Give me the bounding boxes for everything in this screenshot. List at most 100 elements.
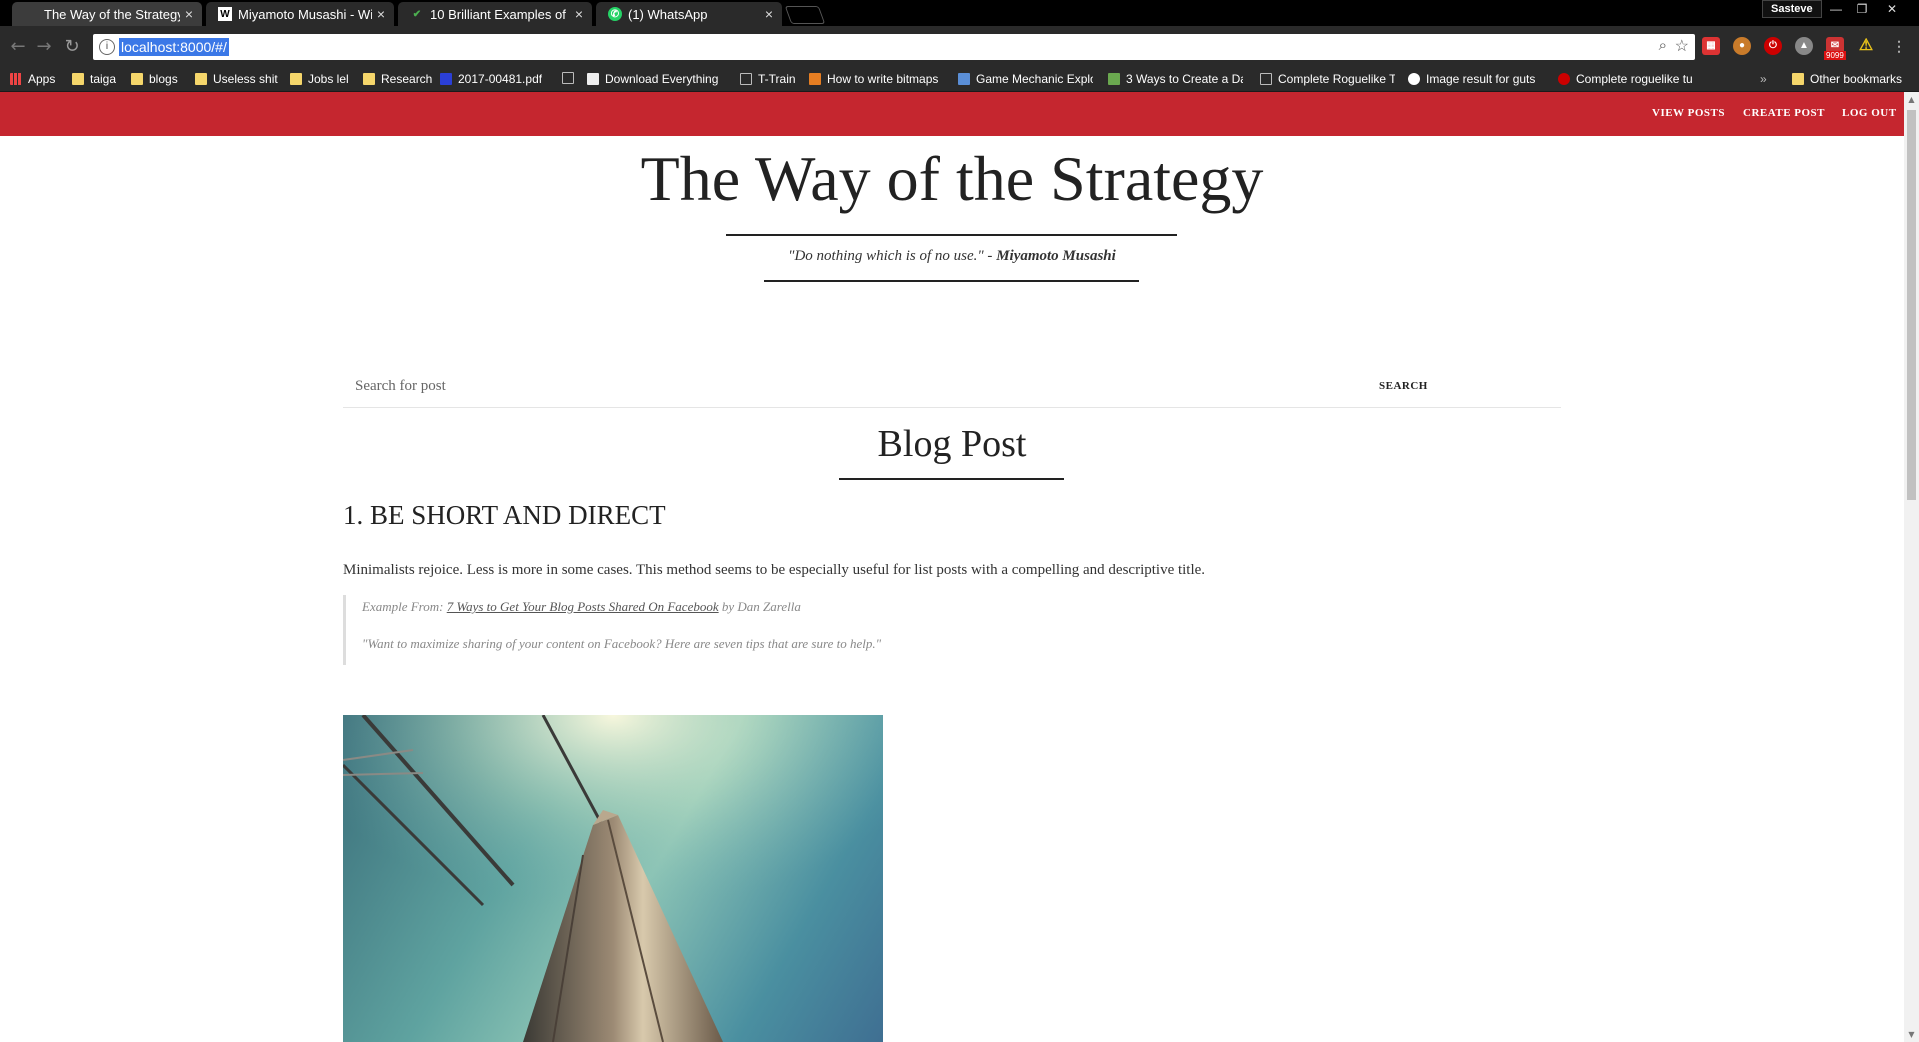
quote-author: Miyamoto Musashi xyxy=(996,248,1116,264)
nav-log-out[interactable]: LOG OUT xyxy=(1842,107,1897,119)
bookmarks-bar: Apps taiga blogs Useless shit Jobs lel R… xyxy=(0,68,1919,92)
tab-brilliant-examples[interactable]: ✔ 10 Brilliant Examples of I × xyxy=(398,2,592,26)
bookmark-label: 3 Ways to Create a Da xyxy=(1126,72,1243,86)
new-tab-button[interactable] xyxy=(784,6,826,24)
tab-miyamoto-musashi[interactable]: W Miyamoto Musashi - Wik × xyxy=(206,2,394,26)
extension-drive-icon[interactable]: ▲ xyxy=(1795,37,1813,55)
tab-title: 10 Brilliant Examples of I xyxy=(430,6,570,22)
url-text[interactable]: localhost:8000/#/ xyxy=(119,38,229,56)
tab-title: Miyamoto Musashi - Wik xyxy=(238,6,372,22)
bookmark-useless-shit[interactable]: Useless shit xyxy=(195,72,278,86)
gamepad-icon xyxy=(958,73,970,85)
close-window-icon[interactable]: ✕ xyxy=(1878,0,1906,18)
bookmark-download-everything[interactable]: Download Everything xyxy=(587,72,722,86)
forward-icon[interactable]: → xyxy=(32,35,56,59)
sheet-icon xyxy=(1108,73,1120,85)
bookmark-other-bookmarks[interactable]: Other bookmarks xyxy=(1792,72,1902,86)
page-icon xyxy=(1260,73,1272,85)
bookmark-label: Complete roguelike tu xyxy=(1576,72,1693,86)
page-icon xyxy=(24,7,38,21)
extension-cookie-icon[interactable]: ● xyxy=(1733,37,1751,55)
folder-icon xyxy=(131,73,143,85)
site-title: The Way of the Strategy xyxy=(640,143,1264,214)
apps-grid-icon xyxy=(10,73,22,85)
bookmark-untitled[interactable] xyxy=(562,72,580,84)
bookmark-star-icon[interactable]: ☆ xyxy=(1675,36,1689,56)
mail-count-badge: 9099 xyxy=(1824,51,1846,60)
bookmark-taiga[interactable]: taiga xyxy=(72,72,116,86)
bookmark-complete-roguelike[interactable]: Complete Roguelike T xyxy=(1260,72,1395,86)
bookmark-label: Research xyxy=(381,72,433,86)
bookmark-bitmaps[interactable]: How to write bitmaps xyxy=(809,72,944,86)
scroll-up-icon[interactable]: ▲ xyxy=(1904,92,1919,107)
bookmark-label: taiga xyxy=(90,72,117,86)
bookmark-pdf[interactable]: 2017-00481.pdf xyxy=(440,72,542,86)
bookmark-label: 2017-00481.pdf xyxy=(458,72,543,86)
browser-toolbar: ← → ↻ i localhost:8000/#/ ⌕ ☆ ▦ ● ⏻ ▲ ✉ … xyxy=(0,26,1919,68)
site-quote: "Do nothing which is of no use." - Miyam… xyxy=(0,248,1904,265)
menu-icon[interactable]: ⋮ xyxy=(1890,37,1908,55)
example-source: Example From: 7 Ways to Get Your Blog Po… xyxy=(362,599,1343,615)
stack-icon xyxy=(809,73,821,85)
extension-warning-icon[interactable]: ⚠ xyxy=(1857,37,1875,55)
zoom-icon[interactable]: ⌕ xyxy=(1659,37,1667,54)
close-icon[interactable]: × xyxy=(180,6,198,22)
reload-icon[interactable]: ↻ xyxy=(60,35,84,59)
minimize-icon[interactable]: — xyxy=(1822,0,1850,18)
bookmark-label: Jobs lel xyxy=(308,72,349,86)
bookmark-3-ways[interactable]: 3 Ways to Create a Da xyxy=(1108,72,1243,86)
google-icon xyxy=(1408,73,1420,85)
bookmark-roguelike-tutorial[interactable]: Complete roguelike tu xyxy=(1558,72,1693,86)
bookmark-label: Useless shit xyxy=(213,72,278,86)
nav-view-posts[interactable]: VIEW POSTS xyxy=(1652,107,1725,119)
spo-icon xyxy=(440,73,452,85)
tab-whatsapp[interactable]: ✆ (1) WhatsApp × xyxy=(596,2,782,26)
bookmark-label: T-Train xyxy=(758,72,796,86)
search-bar: SEARCH xyxy=(343,370,1561,408)
nav-create-post[interactable]: CREATE POST xyxy=(1743,107,1825,119)
example-prefix: Example From: xyxy=(362,599,447,614)
post-heading: Blog Post xyxy=(877,423,1027,465)
info-icon[interactable]: i xyxy=(99,39,115,55)
section-title: 1. BE SHORT AND DIRECT xyxy=(343,500,666,530)
restore-icon[interactable]: ❐ xyxy=(1848,0,1876,18)
close-icon[interactable]: × xyxy=(570,6,588,22)
bookmark-label: Game Mechanic Explo xyxy=(976,72,1093,86)
bridge-tower-illustration xyxy=(343,715,883,1042)
bookmarks-overflow-button[interactable]: » xyxy=(1760,72,1767,86)
folder-icon xyxy=(290,73,302,85)
bookmark-apps[interactable]: Apps xyxy=(10,72,55,86)
page-viewport: VIEW POSTS CREATE POST LOG OUT The Way o… xyxy=(0,92,1919,1042)
example-quote: "Want to maximize sharing of your conten… xyxy=(362,636,882,651)
back-icon[interactable]: ← xyxy=(6,35,30,59)
search-button[interactable]: SEARCH xyxy=(1379,370,1428,402)
scrollbar-thumb[interactable] xyxy=(1907,110,1916,500)
tab-the-way-of-the-strategy[interactable]: The Way of the Strategy × xyxy=(12,2,202,26)
font-a-icon xyxy=(587,73,599,85)
address-bar[interactable]: i localhost:8000/#/ ⌕ ☆ xyxy=(93,34,1695,60)
scroll-down-icon[interactable]: ▼ xyxy=(1904,1027,1919,1042)
browser-tabstrip: The Way of the Strategy × W Miyamoto Mus… xyxy=(0,0,1919,26)
bookmark-research[interactable]: Research xyxy=(363,72,432,86)
example-link[interactable]: 7 Ways to Get Your Blog Posts Shared On … xyxy=(447,599,719,614)
extension-adblock-icon[interactable]: ⏻ xyxy=(1764,37,1782,55)
close-icon[interactable]: × xyxy=(760,6,778,22)
bookmark-game-mechanic[interactable]: Game Mechanic Explo xyxy=(958,72,1093,86)
folder-icon xyxy=(1792,73,1804,85)
page-scrollbar[interactable]: ▲ ▼ xyxy=(1904,92,1919,1042)
search-input[interactable] xyxy=(355,370,1255,402)
profile-button[interactable]: Sasteve xyxy=(1762,0,1822,18)
folder-icon xyxy=(72,73,84,85)
bookmark-blogs[interactable]: blogs xyxy=(131,72,178,86)
extension-calendar-icon[interactable]: ▦ xyxy=(1702,37,1720,55)
title-divider xyxy=(726,234,1177,236)
leaf-icon: ✔ xyxy=(412,8,422,20)
bookmark-t-train[interactable]: T-Train xyxy=(740,72,796,86)
tab-title: (1) WhatsApp xyxy=(628,6,708,22)
bookmark-jobs-lel[interactable]: Jobs lel xyxy=(290,72,349,86)
bookmark-image-result[interactable]: Image result for guts xyxy=(1408,72,1543,86)
quote-divider xyxy=(764,280,1139,282)
close-icon[interactable]: × xyxy=(372,6,390,22)
bookmark-label: How to write bitmaps xyxy=(827,72,939,86)
bookmark-label: Complete Roguelike T xyxy=(1278,72,1395,86)
